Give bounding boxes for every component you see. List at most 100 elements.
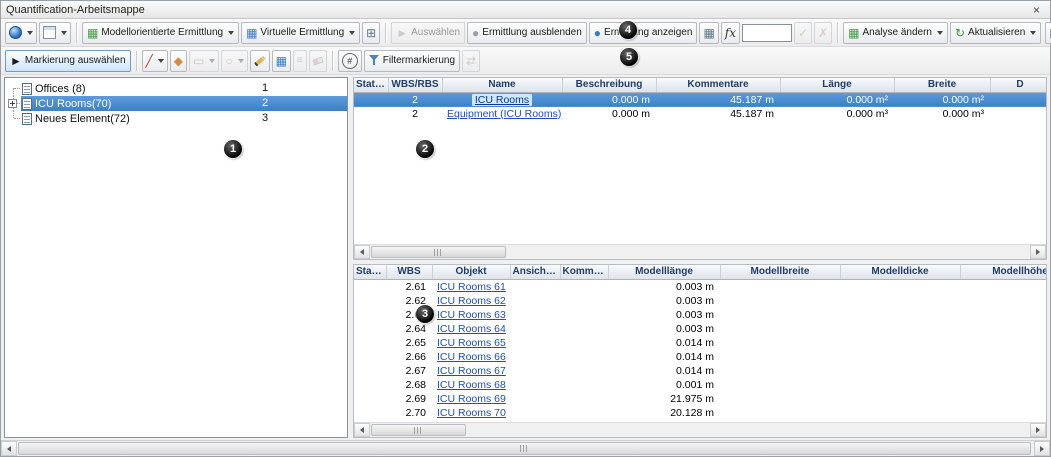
column-header[interactable]: D: [990, 78, 1046, 93]
cancel-button[interactable]: ✗: [814, 21, 833, 44]
scroll-left-button[interactable]: [354, 423, 370, 437]
object-row[interactable]: 2.70 ICU Rooms 70 20.128 m: [354, 406, 1046, 420]
column-header[interactable]: Modellbreite: [720, 265, 841, 280]
item-name-link[interactable]: Equipment (ICU Rooms): [447, 108, 561, 120]
scroll-right-button[interactable]: [1034, 441, 1050, 456]
markup-line-dropdown[interactable]: ╱: [141, 49, 168, 72]
view-selector-dropdown[interactable]: [39, 21, 71, 44]
tree-item-label: ICU Rooms(70): [35, 97, 112, 110]
catalog-dropdown[interactable]: [5, 21, 37, 44]
object-link[interactable]: ICU Rooms 70: [437, 407, 506, 419]
column-header[interactable]: Modelllänge: [608, 265, 721, 280]
workbook-grid-button[interactable]: ▦: [699, 21, 719, 44]
column-header[interactable]: Beschreibung: [562, 78, 657, 93]
column-header[interactable]: WBS/RBS: [388, 78, 443, 93]
object-link[interactable]: ICU Rooms 69: [437, 393, 506, 405]
scroll-thumb[interactable]: [18, 442, 1031, 455]
update-dropdown[interactable]: ↻ Aktualisieren: [949, 21, 1042, 44]
tree-item[interactable]: Offices (8) 1: [7, 81, 347, 96]
column-header[interactable]: Modelldicke: [840, 265, 961, 280]
object-row[interactable]: 2.67 ICU Rooms 67 0.014 m: [354, 364, 1046, 378]
ansichtspunkt-cell: [510, 294, 560, 308]
column-header[interactable]: Status: [354, 265, 387, 280]
column-header[interactable]: Objekt: [432, 265, 511, 280]
expand-toggle-icon[interactable]: [8, 99, 17, 108]
column-header[interactable]: Name: [442, 78, 563, 93]
filter-markup-button[interactable]: Filtermarkierung: [363, 49, 461, 72]
object-link[interactable]: ICU Rooms 61: [437, 281, 506, 293]
markup-style-button[interactable]: ≡: [292, 49, 307, 72]
column-header[interactable]: Breite: [894, 78, 991, 93]
object-row[interactable]: 2.69 ICU Rooms 69 21.975 m: [354, 392, 1046, 406]
column-header[interactable]: Ansichtsp...: [510, 265, 561, 280]
tree-item-row[interactable]: Neues Element(72): [21, 111, 258, 126]
formula-input[interactable]: [742, 23, 792, 42]
virtual-takeoff-dropdown[interactable]: ▦ Virtuelle Ermittlung: [241, 21, 361, 44]
markup-fill-button[interactable]: ◆: [169, 49, 187, 72]
tree-item-row[interactable]: Offices (8): [21, 81, 258, 96]
show-takeoff-button[interactable]: ● Ermittlung anzeigen: [588, 21, 698, 44]
close-button[interactable]: ×: [1028, 3, 1045, 17]
item-table-hscrollbar[interactable]: [354, 244, 1046, 259]
scroll-left-button[interactable]: [1, 441, 17, 456]
object-row[interactable]: 2.65 ICU Rooms 65 0.014 m: [354, 336, 1046, 350]
item-row[interactable]: 2 Equipment (ICU Rooms) 0.000 m 45.187 m 0.0…: [354, 107, 1046, 121]
scroll-track[interactable]: [370, 423, 1030, 437]
object-link[interactable]: ICU Rooms 63: [437, 309, 506, 321]
takeoff-box-button[interactable]: ⊞: [362, 21, 381, 44]
column-header[interactable]: Modellhöhe: [960, 265, 1046, 280]
tree-item[interactable]: ICU Rooms(70) 2: [7, 96, 347, 111]
tree-item-row[interactable]: ICU Rooms(70): [21, 96, 258, 111]
column-header[interactable]: Kommentare: [656, 78, 781, 93]
objekt-cell: ICU Rooms 69: [432, 392, 510, 406]
export-dropdown[interactable]: ▤: [1045, 21, 1051, 44]
accept-button[interactable]: ✓: [794, 21, 813, 44]
markup-link-button[interactable]: ⇄: [462, 49, 481, 72]
tree-item[interactable]: Neues Element(72) 3: [7, 111, 347, 126]
object-row[interactable]: 2.62 ICU Rooms 62 0.003 m: [354, 294, 1046, 308]
markup-ellipse-dropdown[interactable]: ○: [221, 49, 248, 72]
scroll-thumb[interactable]: [371, 424, 466, 436]
hide-takeoff-button[interactable]: ● Ermittlung ausblenden: [467, 21, 587, 44]
column-header[interactable]: WBS: [386, 265, 433, 280]
scroll-track[interactable]: [370, 245, 1030, 259]
model-takeoff-dropdown[interactable]: ▦ Modellorientierte Ermittlung: [82, 21, 240, 44]
select-button[interactable]: ► Auswählen: [391, 21, 466, 44]
object-table-hscrollbar[interactable]: [354, 422, 1046, 437]
modellhoehe-cell: [960, 322, 1046, 336]
column-header[interactable]: Länge: [780, 78, 895, 93]
object-link[interactable]: ICU Rooms 62: [437, 295, 506, 307]
column-header[interactable]: Komment...: [560, 265, 609, 280]
markup-grid-button[interactable]: ▦: [271, 49, 291, 72]
object-link[interactable]: ICU Rooms 66: [437, 351, 506, 363]
object-link[interactable]: ICU Rooms 64: [437, 323, 506, 335]
grip-icon: [520, 445, 529, 452]
object-row[interactable]: 2.68 ICU Rooms 68 0.001 m: [354, 378, 1046, 392]
object-link[interactable]: ICU Rooms 68: [437, 379, 506, 391]
object-row[interactable]: 2.63ICU Rooms 630.003 m: [354, 308, 1046, 322]
scroll-right-button[interactable]: [1030, 245, 1046, 259]
fx-button[interactable]: fx: [720, 21, 740, 44]
scroll-thumb[interactable]: [371, 246, 506, 258]
item-name-link[interactable]: ICU Rooms: [471, 93, 533, 106]
markup-pencil-button[interactable]: [249, 49, 270, 72]
scroll-right-button[interactable]: [1030, 423, 1046, 437]
select-markup-button[interactable]: ► Markierung auswählen: [5, 49, 131, 72]
markup-erase-button[interactable]: [308, 49, 327, 72]
scroll-left-button[interactable]: [354, 245, 370, 259]
markup-rect-dropdown[interactable]: ▭: [188, 49, 220, 72]
object-link[interactable]: ICU Rooms 67: [437, 365, 506, 377]
markup-toolbar: ► Markierung auswählen ╱ ◆ ▭ ○ ▦ ≡ # Fil…: [1, 47, 1050, 75]
markup-count-button[interactable]: #: [337, 49, 362, 72]
scroll-track[interactable]: [17, 441, 1034, 456]
object-link[interactable]: ICU Rooms 65: [437, 337, 506, 349]
laenge-cell: 0.000 m²: [780, 92, 894, 107]
window-hscrollbar[interactable]: [1, 440, 1050, 456]
item-row[interactable]: 2 ICU Rooms 0.000 m 45.187 m 0.000 m² 0.000 m…: [354, 92, 1046, 107]
column-header[interactable]: Status: [354, 78, 389, 93]
change-analysis-dropdown[interactable]: ▦ Analyse ändern: [843, 21, 948, 44]
object-row[interactable]: 2.61 ICU Rooms 61 0.003 m: [354, 279, 1046, 294]
object-row[interactable]: 2.66 ICU Rooms 66 0.014 m: [354, 350, 1046, 364]
tables-panel: Status WBS/RBS Name Beschreibung Kommentare L…: [353, 77, 1047, 438]
object-row[interactable]: 2.64 ICU Rooms 64 0.003 m: [354, 322, 1046, 336]
